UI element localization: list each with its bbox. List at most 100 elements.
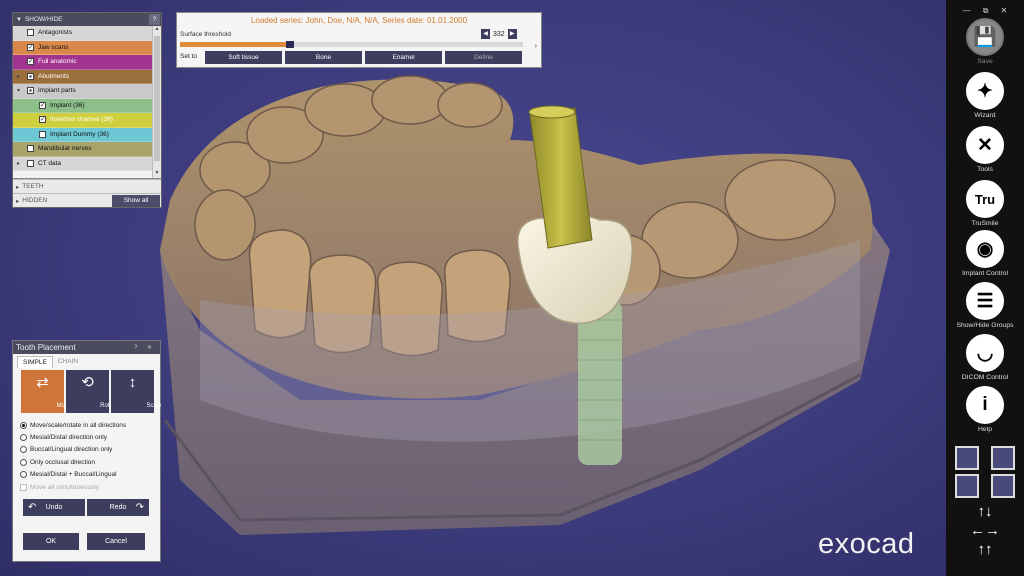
tool-label: DICOM Control — [961, 374, 1009, 381]
threshold-slider[interactable] — [180, 41, 523, 48]
scale-button[interactable]: ↕ Scale — [111, 370, 162, 413]
move-button[interactable]: ⇄ Move — [21, 370, 71, 413]
checkbox[interactable] — [20, 483, 27, 491]
scroll-down-icon[interactable]: ▼ — [153, 170, 161, 178]
implant-control-button[interactable]: ◉ Implant Control — [946, 230, 1024, 277]
visibility-row[interactable]: ▸ Abutments — [13, 69, 152, 84]
option-label: Move/scale/rotate in all directions — [30, 421, 127, 429]
dicom-control-button[interactable]: ◡ DICOM Control — [946, 334, 1024, 381]
option-occlusal[interactable]: Only occlusal direction — [20, 456, 160, 468]
dicom-series-panel: Loaded series: John, Doe, N/A, N/A, Seri… — [176, 12, 542, 68]
visibility-checkbox[interactable]: ✓ — [39, 101, 46, 109]
undo-button[interactable]: ↶ Undo — [23, 499, 85, 516]
option-all-directions[interactable]: Move/scale/rotate in all directions — [20, 419, 160, 431]
threshold-label: Surface threshold — [180, 31, 231, 38]
visibility-checkbox[interactable] — [27, 87, 34, 95]
collapse-icon[interactable]: ▼ — [16, 17, 22, 23]
visibility-row[interactable]: ✓ Insertion channel (36) — [13, 113, 152, 128]
bone-button[interactable]: Bone — [285, 51, 362, 64]
option-buccal-lingual[interactable]: Buccal/Lingual direction only — [20, 444, 160, 456]
view-preset-1[interactable] — [955, 446, 979, 470]
help-button[interactable]: i Help — [946, 386, 1024, 433]
tools-button[interactable]: ✕ Tools — [946, 126, 1024, 173]
visibility-row[interactable]: ✓ Jaw scans — [13, 40, 152, 55]
tool-label: TruSmile — [971, 220, 999, 227]
view-up-down-arrows-icon[interactable]: ↑↓ — [946, 504, 1024, 519]
radio[interactable] — [20, 446, 27, 454]
visibility-checkbox[interactable] — [27, 72, 34, 80]
view-left-right-arrows-icon[interactable]: ←→ — [946, 523, 1024, 538]
radio[interactable] — [20, 471, 27, 479]
undo-icon: ↶ — [28, 502, 37, 513]
tooth-placement-panel: Tooth Placement ? ✕ SIMPLE CHAIN ⇄ Move … — [12, 340, 162, 562]
visibility-checkbox[interactable] — [39, 130, 46, 138]
tab-chain[interactable]: CHAIN — [53, 356, 83, 368]
help-close-icons[interactable]: ? ✕ — [134, 344, 156, 351]
show-all-button[interactable]: Show all — [112, 194, 160, 207]
increment-icon[interactable]: ▶ — [507, 29, 517, 39]
wrench-icon: ✕ — [966, 126, 1004, 164]
scrollbar[interactable]: ▲ ▼ — [152, 26, 161, 178]
option-mesial-distal[interactable]: Mesial/Distal direction only — [20, 431, 160, 443]
define-button[interactable]: Define — [445, 51, 522, 64]
show-hide-header[interactable]: ▼ SHOW/HIDE ? — [13, 13, 161, 26]
visibility-row[interactable]: Implant Dummy (36) — [13, 127, 152, 142]
visibility-row[interactable]: Mandibular nerves — [13, 142, 152, 157]
move-icon: ⇄ — [36, 374, 49, 391]
minimize-icon[interactable]: — — [963, 6, 971, 16]
scroll-thumb[interactable] — [154, 36, 160, 161]
teeth-section[interactable]: ▸ TEETH — [13, 179, 161, 193]
view-preset-2[interactable] — [991, 446, 1015, 470]
book-icon: i — [966, 386, 1004, 424]
move-all-checkbox[interactable]: Move all simultaneously — [20, 481, 160, 493]
redo-button[interactable]: Redo ↷ — [87, 499, 149, 516]
visibility-row[interactable]: ▸ CT data — [13, 156, 152, 171]
help-icon[interactable]: ? — [149, 14, 160, 25]
visibility-label: Implant (36) — [50, 101, 85, 109]
close-icon[interactable]: ✕ — [1001, 6, 1008, 16]
view-rotate-arrows-icon[interactable]: ↑↑ — [946, 542, 1024, 557]
visibility-row[interactable]: ▾ Implant parts — [13, 84, 152, 99]
visibility-row[interactable]: ✓ Implant (36) — [13, 98, 152, 113]
trusmile-button[interactable]: Tru TruSmile — [946, 180, 1024, 227]
expand-icon[interactable]: ▸ — [17, 73, 20, 80]
visibility-checkbox[interactable] — [27, 29, 34, 37]
slider-thumb[interactable] — [285, 41, 294, 48]
visibility-row[interactable]: Antagonists — [13, 26, 152, 41]
visibility-row[interactable]: ✓ Full anatomic — [13, 55, 152, 70]
hidden-section[interactable]: ▸ HIDDEN Show all — [13, 193, 161, 207]
visibility-checkbox[interactable]: ✓ — [27, 58, 34, 66]
soft-tissue-button[interactable]: Soft tissue — [205, 51, 282, 64]
visibility-checkbox[interactable]: ✓ — [27, 43, 34, 51]
chevron-right-icon[interactable]: › — [535, 43, 537, 50]
view-preset-3[interactable] — [955, 474, 979, 498]
show-hide-groups-button[interactable]: ☰ Show/Hide Groups — [946, 282, 1024, 329]
radio[interactable] — [20, 458, 27, 466]
save-button[interactable]: 💾 Save — [946, 18, 1024, 65]
decrement-icon[interactable]: ◀ — [481, 29, 490, 39]
tab-simple[interactable]: SIMPLE — [17, 356, 53, 368]
option-combined[interactable]: Mesial/Distal + Buccal/Lingual — [20, 469, 160, 481]
expand-icon[interactable]: ▸ — [16, 183, 19, 191]
view-preset-4[interactable] — [991, 474, 1015, 498]
restore-icon[interactable]: ⧉ — [983, 6, 989, 16]
expand-icon[interactable]: ▸ — [17, 160, 20, 167]
enamel-button[interactable]: Enamel — [365, 51, 442, 64]
radio[interactable] — [20, 434, 27, 442]
rotate-button[interactable]: ⟲ Rotate — [66, 370, 118, 413]
expand-icon[interactable]: ▾ — [17, 87, 20, 94]
redo-icon: ↷ — [135, 502, 144, 513]
tool-label: Save — [977, 58, 993, 65]
threshold-stepper[interactable]: ◀ 332 ▶ — [481, 29, 517, 39]
visibility-checkbox[interactable]: ✓ — [39, 116, 46, 124]
visibility-checkbox[interactable] — [27, 145, 34, 153]
ok-button[interactable]: OK — [23, 533, 79, 550]
threshold-value[interactable]: 332 — [493, 31, 505, 38]
visibility-label: Implant parts — [38, 87, 76, 95]
wizard-button[interactable]: ✦ Wizard — [946, 72, 1024, 119]
visibility-checkbox[interactable] — [27, 159, 34, 167]
cancel-button[interactable]: Cancel — [87, 533, 145, 550]
expand-icon[interactable]: ▸ — [16, 197, 19, 205]
radio-selected[interactable] — [20, 421, 27, 429]
scroll-up-icon[interactable]: ▲ — [153, 26, 161, 35]
